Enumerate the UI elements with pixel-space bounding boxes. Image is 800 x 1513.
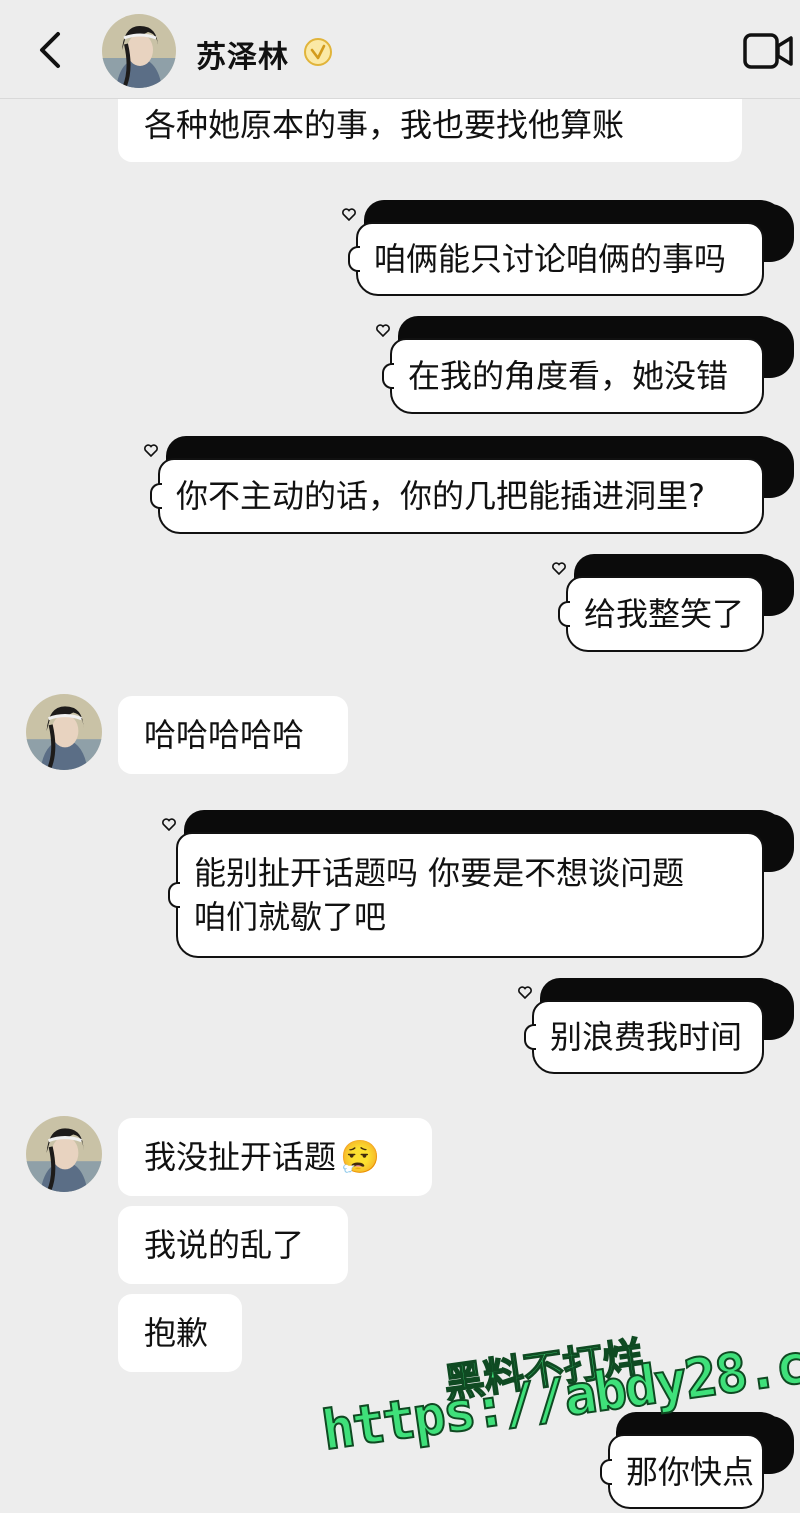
message-bubble-sent[interactable]: 给我整笑了 [552,554,794,656]
message-text: 咱俩能只讨论咱俩的事吗 [374,240,727,278]
bubble-decoration [760,558,794,616]
message-text: 别浪费我时间 [550,1018,743,1056]
bubble-decoration [600,1458,612,1485]
message-text: 哈哈哈哈哈 [144,716,305,754]
bubble-decoration [558,601,570,627]
contact-avatar[interactable] [102,14,176,88]
message-bubble-received[interactable]: 抱歉 [118,1294,242,1372]
bubble-decoration [760,204,794,262]
bubble-decoration [760,1416,794,1474]
message-bubble-sent[interactable]: 咱俩能只讨论咱俩的事吗 [342,200,794,300]
message-text: 在我的角度看，她没错 [408,357,729,395]
contact-name[interactable]: 苏泽林 [196,32,289,76]
message-text: 各种她原本的事，我也要找他算账 [144,106,625,144]
heart-icon [342,208,356,221]
message-bubble-received[interactable]: 我没扯开话题 😮‍💨 [118,1118,432,1196]
message-bubble-sent[interactable]: 那你快点 [600,1412,794,1513]
bubble-decoration [348,246,360,272]
bubble-decoration [760,982,794,1040]
bubble-body: 在我的角度看，她没错 [390,338,764,414]
heart-icon [162,818,176,831]
back-icon[interactable] [28,28,72,72]
message-bubble-received[interactable]: 各种她原本的事，我也要找他算账 [118,88,742,162]
sighing-face-emoji: 😮‍💨 [340,1138,380,1176]
video-call-icon[interactable] [742,30,794,72]
message-bubble-received[interactable]: 我说的乱了 [118,1206,348,1284]
message-text: 我没扯开话题 [144,1138,337,1176]
bubble-decoration [760,440,794,498]
bubble-body: 那你快点 [608,1434,764,1509]
message-text-line: 咱们就歇了吧 [194,898,387,936]
message-bubble-sent[interactable]: 能别扯开话题吗 你要是不想谈问题 咱们就歇了吧 [162,810,794,962]
bubble-body: 咱俩能只讨论咱俩的事吗 [356,222,764,296]
message-text: 我说的乱了 [144,1226,305,1264]
bubble-body: 你不主动的话，你的几把能插进洞里? [158,458,764,534]
message-text: 你不主动的话，你的几把能插进洞里? [176,477,705,515]
heart-icon [376,324,390,337]
message-text-line: 能别扯开话题吗 你要是不想谈问题 [194,854,685,892]
heart-icon [144,444,158,457]
message-bubble-sent[interactable]: 你不主动的话，你的几把能插进洞里? [144,436,794,538]
message-bubble-sent[interactable]: 在我的角度看，她没错 [376,316,794,418]
heart-icon [518,986,532,999]
bubble-decoration [168,882,180,908]
bubble-decoration [524,1024,536,1050]
message-text: 那你快点 [626,1452,755,1491]
heart-icon [552,562,566,575]
message-text: 抱歉 [144,1314,209,1352]
message-bubble-sent[interactable]: 别浪费我时间 [518,978,794,1078]
bubble-decoration [760,320,794,378]
verified-icon [304,38,332,66]
message-text: 给我整笑了 [584,595,745,633]
bubble-decoration [382,363,394,389]
bubble-decoration [150,483,162,509]
contact-avatar[interactable] [26,1116,102,1192]
bubble-body: 别浪费我时间 [532,1000,764,1074]
bubble-body: 能别扯开话题吗 你要是不想谈问题 咱们就歇了吧 [176,832,764,958]
bubble-decoration [760,814,794,872]
message-bubble-received[interactable]: 哈哈哈哈哈 [118,696,348,774]
contact-avatar[interactable] [26,694,102,770]
chat-header: 苏泽林 [0,0,800,99]
bubble-body: 给我整笑了 [566,576,764,652]
